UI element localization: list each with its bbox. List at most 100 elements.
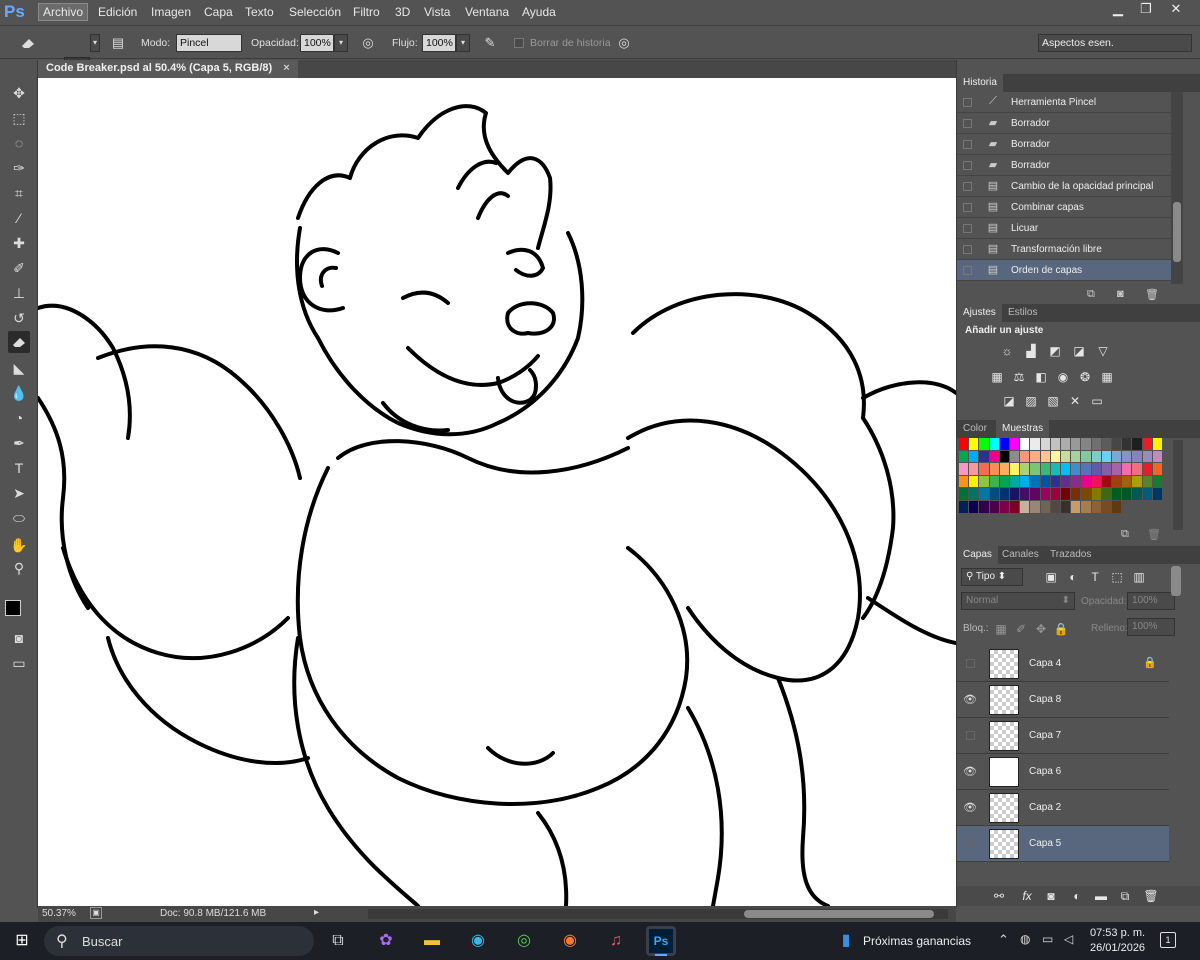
swatch[interactable] — [1040, 463, 1050, 475]
layer-row[interactable]: Capa 7 — [957, 718, 1169, 754]
swatch[interactable] — [969, 450, 979, 463]
swatch[interactable] — [959, 438, 969, 450]
move-tool-icon[interactable]: ✥ — [8, 82, 30, 104]
tab-swatches[interactable]: Muestras — [996, 420, 1050, 438]
history-item[interactable]: ▤ Licuar — [957, 218, 1171, 239]
swatch[interactable] — [1010, 463, 1020, 475]
swatch[interactable] — [1030, 450, 1040, 463]
paint-bucket-tool-icon[interactable]: ◣ — [8, 357, 30, 379]
swatch[interactable] — [999, 450, 1009, 463]
swatch[interactable] — [1132, 475, 1142, 488]
swatch[interactable] — [1050, 475, 1060, 488]
eye-icon[interactable]: 👁 — [963, 765, 977, 779]
posterize-icon[interactable]: ▨ — [1023, 394, 1039, 408]
pen-tool-icon[interactable]: ✒ — [8, 432, 30, 454]
swatch[interactable] — [1081, 501, 1091, 513]
swatch[interactable] — [1112, 488, 1122, 500]
swatch[interactable] — [1030, 475, 1040, 488]
lock-transparent-icon[interactable]: ▦ — [993, 622, 1009, 636]
swatch[interactable] — [1071, 488, 1081, 500]
history-checkbox[interactable] — [963, 140, 972, 149]
filter-shape-icon[interactable]: ⬚ — [1109, 570, 1125, 584]
history-checkbox[interactable] — [963, 119, 972, 128]
swatch[interactable] — [969, 475, 979, 488]
swatch[interactable] — [1040, 475, 1050, 488]
swatch[interactable] — [1020, 450, 1030, 463]
layer-row[interactable]: 👁 Capa 8 — [957, 682, 1169, 718]
swatch[interactable] — [1101, 450, 1111, 463]
swatch[interactable] — [1152, 488, 1162, 500]
new-group-icon[interactable]: ▬ — [1093, 889, 1109, 903]
swatch[interactable] — [1071, 463, 1081, 475]
swatch[interactable] — [1020, 501, 1030, 513]
lock-all-icon[interactable]: 🔒 — [1053, 622, 1069, 636]
scrollbar-thumb[interactable] — [744, 910, 934, 918]
history-item[interactable]: ▰ Borrador — [957, 155, 1171, 176]
menu-archivo[interactable]: Archivo — [38, 3, 89, 21]
swatch[interactable] — [1152, 475, 1162, 488]
quick-select-tool-icon[interactable]: ✑ — [8, 157, 30, 179]
swatch[interactable] — [959, 475, 969, 488]
swatch[interactable] — [1010, 501, 1020, 513]
swatch[interactable] — [1091, 475, 1101, 488]
swatch[interactable] — [1132, 463, 1142, 475]
swatch[interactable] — [1142, 438, 1152, 450]
opacity-dropdown[interactable]: ▾ — [334, 34, 348, 52]
swatch[interactable] — [1122, 438, 1132, 450]
menu-vista[interactable]: Vista — [424, 5, 450, 19]
filter-adjustment-icon[interactable]: ◐ — [1065, 570, 1081, 584]
quick-mask-icon[interactable]: ◙ — [8, 627, 30, 649]
menu-capa[interactable]: Capa — [204, 5, 233, 19]
eye-icon[interactable]: 👁 — [963, 801, 977, 815]
swatch[interactable] — [1101, 438, 1111, 450]
black-white-icon[interactable]: ◧ — [1033, 370, 1049, 384]
swatch[interactable] — [979, 438, 989, 450]
pressure-opacity-icon[interactable]: ◎ — [358, 33, 378, 53]
lasso-tool-icon[interactable]: ◌ — [8, 132, 30, 154]
swatch[interactable] — [1071, 450, 1081, 463]
tray-chevron-icon[interactable]: ⌃ — [998, 932, 1009, 948]
swatch[interactable] — [1081, 475, 1091, 488]
swatch[interactable] — [979, 488, 989, 500]
swatch[interactable] — [1071, 501, 1081, 513]
swatch[interactable] — [1132, 438, 1142, 450]
swatch[interactable] — [1061, 438, 1071, 450]
layer-mask-icon[interactable]: ◙ — [1043, 889, 1059, 903]
swatch[interactable] — [1040, 438, 1050, 450]
menu-seleccion[interactable]: Selección — [289, 5, 341, 19]
wifi-icon[interactable]: ◍ — [1020, 932, 1030, 946]
new-swatch-icon[interactable]: ⧉ — [1121, 528, 1129, 541]
swatch[interactable] — [1040, 488, 1050, 500]
ellipse-tool-icon[interactable]: ⬭ — [8, 507, 30, 529]
hue-saturation-icon[interactable]: ▦ — [989, 370, 1005, 384]
swatch[interactable] — [1061, 450, 1071, 463]
swatch[interactable] — [1091, 438, 1101, 450]
menu-edicion[interactable]: Edición — [98, 5, 137, 19]
swatch[interactable] — [959, 450, 969, 463]
history-checkbox[interactable] — [963, 266, 972, 275]
status-menu-arrow-icon[interactable]: ▸ — [314, 907, 319, 918]
visibility-toggle[interactable] — [966, 659, 975, 668]
airbrush-icon[interactable]: ✎ — [480, 33, 500, 53]
layers-scroll-thumb[interactable] — [1171, 566, 1181, 596]
swatch[interactable] — [1040, 501, 1050, 513]
swatch[interactable] — [1020, 463, 1030, 475]
layer-row[interactable]: Capa 4 🔒 — [957, 646, 1169, 682]
delete-layer-icon[interactable]: 🗑 — [1143, 889, 1159, 903]
swatch[interactable] — [1112, 438, 1122, 450]
history-checkbox[interactable] — [963, 98, 972, 107]
new-layer-icon[interactable]: ⧉ — [1117, 889, 1133, 903]
swatch[interactable] — [1122, 463, 1132, 475]
widget-text[interactable]: Próximas ganancias — [863, 934, 971, 948]
history-checkbox[interactable] — [963, 224, 972, 233]
swatch[interactable] — [1020, 438, 1030, 450]
file-explorer-icon[interactable]: ▬ — [420, 929, 444, 953]
flow-dropdown[interactable]: ▾ — [456, 34, 470, 52]
menu-ayuda[interactable]: Ayuda — [522, 5, 556, 19]
tab-adjustments[interactable]: Ajustes — [957, 304, 1002, 322]
swatch[interactable] — [1101, 463, 1111, 475]
eraser-tool-preset-icon[interactable] — [18, 33, 38, 53]
layer-row[interactable]: 👁 Capa 6 — [957, 754, 1169, 790]
close-window-button[interactable]: ✕ — [1162, 1, 1190, 19]
menu-texto[interactable]: Texto — [245, 5, 274, 19]
